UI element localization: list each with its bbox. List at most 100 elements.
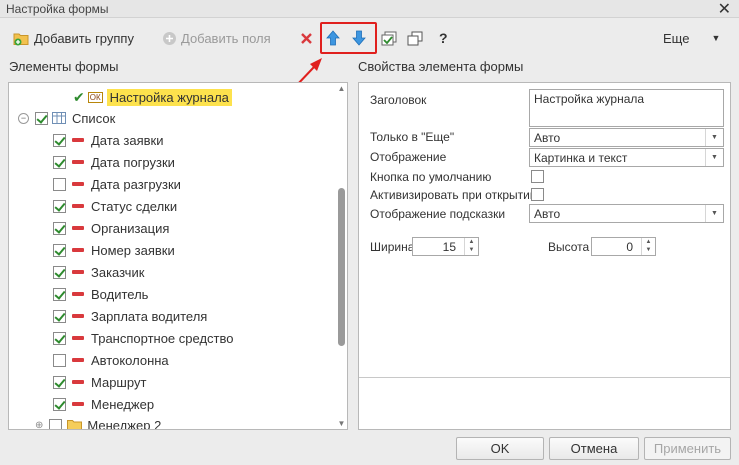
tree-item-field[interactable]: Организация [53,217,169,239]
field-icon [72,204,84,208]
tree-item-field[interactable]: Номер заявки [53,239,175,261]
tree-item-field[interactable]: Дата разгрузки [53,173,181,195]
field-icon [72,138,84,142]
tree-item-checkbox[interactable] [53,331,66,345]
field-icon [72,248,84,252]
tree-item-checkbox[interactable] [53,397,66,411]
tree-item-label: Заказчик [91,264,145,280]
height-value: 0 [626,240,633,254]
tree-item-label: Дата заявки [91,132,164,148]
field-icon [72,336,84,340]
field-icon [72,270,84,274]
tree-item-label: Транспортное средство [91,330,234,346]
tree-item-checkbox[interactable] [53,133,66,147]
tree-item-field[interactable]: Заказчик [53,261,144,283]
height-spinner[interactable]: 0 ▲ ▼ [591,237,656,256]
collapse-icon[interactable]: − [18,112,29,124]
tree-item-checkbox[interactable] [53,375,66,389]
tree-item-label: Настройка журнала [106,88,232,106]
scroll-down-icon[interactable]: ▼ [337,419,346,428]
tree-item-checkbox[interactable] [53,287,66,301]
tree-item-label: Список [72,110,116,126]
activate-checkbox[interactable] [531,188,544,201]
tree-item-journal[interactable]: ✔ ОК Настройка журнала [73,86,232,108]
default-button-checkbox[interactable] [531,170,544,183]
title-label: Заголовок [370,93,427,107]
tree-item-label: Водитель [91,286,149,302]
tree-item-checkbox[interactable] [53,243,66,257]
tree-item-checkbox[interactable] [53,265,66,279]
height-label: Высота [548,240,590,254]
title-field[interactable]: Настройка журнала [529,89,724,127]
spinner-arrows-icon[interactable]: ▲ ▼ [641,238,655,255]
activate-label: Активизировать при открытии [370,188,537,202]
tree-item-field[interactable]: Дата погрузки [53,151,175,173]
field-icon [72,226,84,230]
chevron-down-icon[interactable]: ▼ [705,149,723,166]
tree-item-label: Статус сделки [91,198,178,214]
tree-item-group[interactable]: ⊕ Менеджер 2 [35,414,162,430]
ok-button[interactable]: OK [456,437,544,460]
tree-scrollbar[interactable]: ▲ ▼ [336,84,347,428]
field-icon [72,380,84,384]
chevron-down-icon[interactable]: ▼ [705,129,723,146]
only-more-select[interactable]: Авто ▼ [529,128,724,147]
scroll-thumb[interactable] [338,188,345,346]
tree-item-label: Автоколонна [91,352,169,368]
chevron-down-icon[interactable]: ▼ [705,205,723,222]
tree-item-label: Дата разгрузки [91,176,181,192]
tree-item-checkbox[interactable] [35,111,48,125]
tree-item-list[interactable]: − Список [18,107,115,129]
field-icon [72,358,84,362]
tree-item-field[interactable]: Зарплата водителя [53,305,207,327]
tree-item-checkbox[interactable] [53,155,66,169]
tree-item-field[interactable]: Автоколонна [53,349,169,371]
display-select[interactable]: Картинка и текст ▼ [529,148,724,167]
tree-item-checkbox[interactable] [53,353,66,367]
tree-item-label: Менеджер 2 [87,417,162,430]
tree-item-label: Зарплата водителя [91,308,208,324]
tree-item-checkbox[interactable] [53,221,66,235]
tree-item-checkbox[interactable] [49,418,63,429]
tree-item-field[interactable]: Транспортное средство [53,327,233,349]
tree-item-field[interactable]: Дата заявки [53,129,163,151]
tree-item-checkbox[interactable] [53,177,66,191]
width-spinner[interactable]: 15 ▲ ▼ [412,237,479,256]
tree-item-label: Организация [91,220,170,236]
default-button-label: Кнопка по умолчанию [370,170,492,184]
form-elements-title: Элементы формы [9,59,119,74]
tree-item-field[interactable]: Маршрут [53,371,146,393]
folder-icon [67,420,83,429]
field-icon [72,292,84,296]
tree-item-label: Дата погрузки [91,154,175,170]
check-icon: ✔ [73,88,85,105]
tooltip-value: Авто [534,207,561,221]
apply-button[interactable]: Применить [644,437,731,460]
properties-panel: Заголовок Настройка журнала Только в "Ещ… [358,82,731,430]
cancel-button[interactable]: Отмена [549,437,639,460]
tree-item-checkbox[interactable] [53,309,66,323]
width-value: 15 [442,240,456,254]
divider [359,377,730,378]
tooltip-label: Отображение подсказки [370,207,506,221]
expand-icon[interactable]: ⊕ [35,420,43,430]
field-icon [72,314,84,318]
tree-item-field[interactable]: Менеджер [53,393,154,415]
table-icon [52,112,66,124]
tree-item-checkbox[interactable] [53,199,66,213]
field-icon [72,160,84,164]
tree-item-field[interactable]: Водитель [53,283,148,305]
field-icon [72,182,84,186]
spinner-arrows-icon[interactable]: ▲ ▼ [464,238,478,255]
properties-title: Свойства элемента формы [358,59,524,74]
scroll-up-icon[interactable]: ▲ [337,84,346,93]
only-more-label: Только в "Еще" [370,130,455,144]
tooltip-select[interactable]: Авто ▼ [529,204,724,223]
form-elements-tree[interactable]: ✔ ОК Настройка журнала − Список Дата зая… [8,82,348,430]
tree-item-label: Маршрут [91,374,147,390]
tree-item-field[interactable]: Статус сделки [53,195,177,217]
field-icon [72,402,84,406]
tree-item-label: Номер заявки [91,242,175,258]
display-value: Картинка и текст [534,151,628,165]
display-label: Отображение [370,150,447,164]
